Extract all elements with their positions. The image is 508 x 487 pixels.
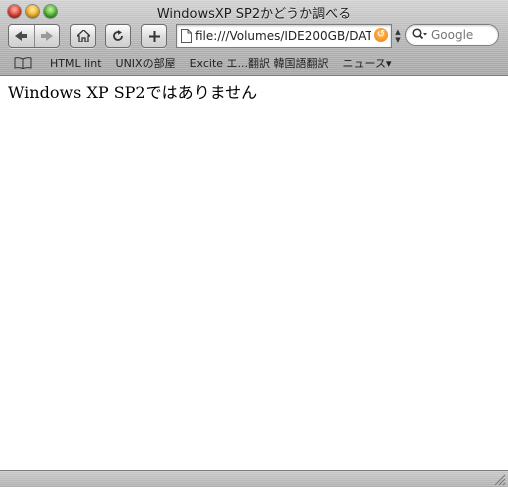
add-bookmark-icon: [148, 30, 160, 42]
bookmark-unix-room[interactable]: UNIXの部屋: [116, 55, 176, 71]
home-icon: [76, 30, 90, 42]
search-input[interactable]: [431, 28, 493, 42]
back-button[interactable]: [9, 25, 35, 47]
forward-button[interactable]: [35, 25, 60, 47]
address-stepper-icon[interactable]: ▲ ▼: [394, 28, 402, 44]
bookmark-html-lint[interactable]: HTML lint: [50, 57, 102, 70]
resize-grip-icon[interactable]: [494, 474, 506, 486]
page-content: Windows XP SP2ではありません: [0, 76, 508, 470]
page-text: Windows XP SP2ではありません: [8, 83, 258, 102]
address-input[interactable]: file:///Volumes/IDE200GB/DATA: [195, 29, 371, 43]
back-arrow-icon: [15, 31, 28, 41]
browser-window: WindowsXP SP2かどうか調べる file:///Volumes/IDE…: [0, 0, 508, 487]
reload-button[interactable]: [105, 24, 131, 48]
reload-icon: [113, 30, 123, 41]
search-icon: [412, 28, 427, 40]
bookmarks-bar: HTML lint UNIXの部屋 Excite エ...翻訳 韓国語翻訳 ニュ…: [0, 53, 508, 73]
home-button[interactable]: [70, 24, 96, 48]
snapback-icon[interactable]: ↺: [374, 28, 388, 42]
toolbar: file:///Volumes/IDE200GB/DATA ↺ ▲ ▼: [0, 24, 508, 48]
add-bookmark-button[interactable]: [141, 24, 167, 48]
bookmark-news-menu[interactable]: ニュース▾: [343, 55, 392, 71]
address-bar[interactable]: file:///Volumes/IDE200GB/DATA ↺: [176, 24, 392, 48]
window-title: WindowsXP SP2かどうか調べる: [156, 7, 352, 22]
search-field[interactable]: [405, 24, 499, 46]
window-chrome: WindowsXP SP2かどうか調べる file:///Volumes/IDE…: [0, 0, 508, 76]
book-icon[interactable]: [14, 57, 32, 69]
bookmark-excite-translate[interactable]: Excite エ...翻訳 韓国語翻訳: [190, 55, 329, 71]
back-forward-buttons: [8, 24, 60, 48]
forward-arrow-icon: [40, 31, 53, 41]
document-icon: [181, 29, 192, 43]
status-bar: [0, 470, 508, 487]
